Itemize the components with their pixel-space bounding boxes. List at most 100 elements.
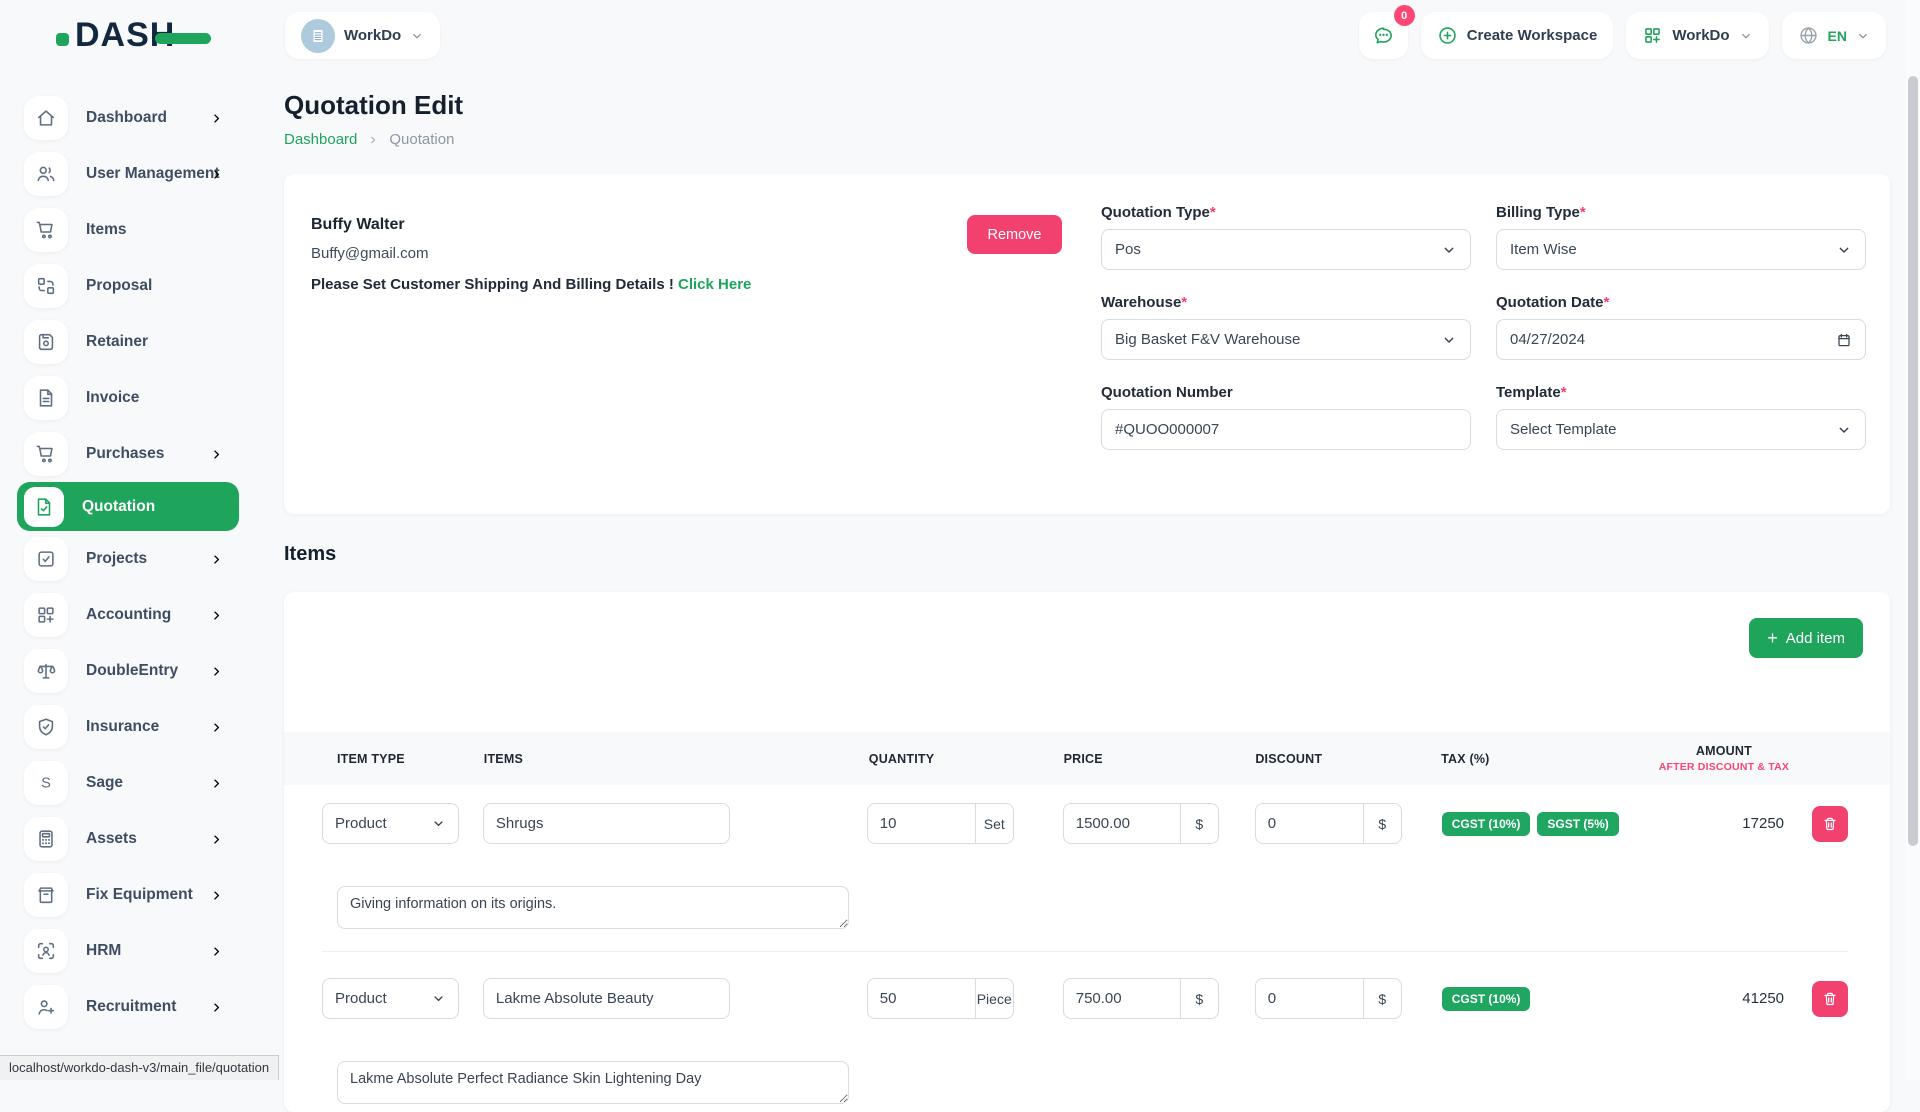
language-selector[interactable]: EN <box>1782 12 1886 59</box>
quotation-date-label: Quotation Date* <box>1496 294 1866 311</box>
sidebar-item-invoice[interactable]: Invoice <box>0 370 256 426</box>
grid-plus-icon <box>24 593 68 637</box>
sidebar-item-label: Items <box>86 221 127 239</box>
shipping-details-link[interactable]: Click Here <box>678 276 751 293</box>
sidebar-item-projects[interactable]: Projects <box>0 531 256 587</box>
sidebar-item-items[interactable]: Items <box>0 202 256 258</box>
trash-icon <box>1822 991 1838 1007</box>
breadcrumb-dashboard-link[interactable]: Dashboard <box>284 131 357 148</box>
item-description-input[interactable]: Giving information on its origins. <box>337 886 849 929</box>
quantity-input[interactable] <box>867 978 976 1019</box>
check-square-icon <box>24 537 68 581</box>
workspace-name: WorkDo <box>344 27 401 44</box>
chevron-right-icon <box>209 664 224 679</box>
sidebar-item-recruitment[interactable]: Recruitment <box>0 979 256 1035</box>
template-select[interactable]: Select Template <box>1496 409 1866 450</box>
workspace-switcher[interactable]: WorkDo <box>285 12 440 59</box>
price-currency: $ <box>1181 803 1219 844</box>
sidebar-item-label: Insurance <box>86 718 159 736</box>
price-input[interactable] <box>1063 803 1181 844</box>
sidebar-item-purchases[interactable]: Purchases <box>0 426 256 482</box>
file-text-icon <box>24 376 68 420</box>
sidebar-item-retainer[interactable]: Retainer <box>0 314 256 370</box>
field-quotation-number: Quotation Number <box>1101 384 1471 450</box>
quotation-number-input[interactable] <box>1101 409 1471 450</box>
item-name-input[interactable] <box>483 803 730 844</box>
col-items: ITEMS <box>484 752 732 766</box>
tax-badges: CGST (10%) <box>1442 987 1639 1011</box>
sidebar-item-quotation[interactable]: Quotation <box>17 482 239 531</box>
workspace-menu[interactable]: WorkDo <box>1626 12 1768 59</box>
col-tax: TAX (%) <box>1441 752 1639 766</box>
quotation-details-card: Buffy Walter Buffy@gmail.com Please Set … <box>284 174 1890 514</box>
chevron-down-icon <box>1441 242 1457 258</box>
tax-badge: CGST (10%) <box>1442 987 1531 1011</box>
sidebar-item-insurance[interactable]: Insurance <box>0 699 256 755</box>
chevron-right-icon <box>209 552 224 567</box>
field-quotation-date: Quotation Date* 04/27/2024 <box>1496 294 1866 360</box>
item-description-wrap: Lakme Absolute Perfect Radiance Skin Lig… <box>322 1061 1848 1109</box>
sidebar-item-label: User Management <box>86 165 220 183</box>
sidebar-item-hrm[interactable]: HRM <box>0 923 256 979</box>
item-description-input[interactable]: Lakme Absolute Perfect Radiance Skin Lig… <box>337 1061 849 1104</box>
sidebar-item-accounting[interactable]: Accounting <box>0 587 256 643</box>
create-workspace-button[interactable]: Create Workspace <box>1421 12 1614 59</box>
billing-type-label: Billing Type* <box>1496 204 1866 221</box>
quotation-type-select[interactable]: Pos <box>1101 229 1471 270</box>
chevron-right-icon <box>209 888 224 903</box>
cart-icon <box>24 208 68 252</box>
chevron-down-icon <box>1739 29 1753 43</box>
status-bar-url: localhost/workdo-dash-v3/main_file/quota… <box>0 1055 279 1080</box>
sidebar-item-label: Assets <box>86 830 137 848</box>
item-name-input[interactable] <box>483 978 730 1019</box>
item-type-select[interactable]: Product <box>322 978 459 1019</box>
messages-button[interactable]: 0 <box>1359 12 1408 59</box>
sidebar-item-dashboard[interactable]: Dashboard <box>0 90 256 146</box>
price-input[interactable] <box>1063 978 1181 1019</box>
chevron-down-icon <box>431 991 446 1006</box>
person-plus-icon <box>24 985 68 1029</box>
tax-badges: CGST (10%)SGST (5%) <box>1442 812 1639 836</box>
item-row: Product Set $ $ CGST (10%)SGST (5%) 1725… <box>322 803 1848 844</box>
add-item-button[interactable]: + Add item <box>1749 618 1863 658</box>
sidebar-item-proposal[interactable]: Proposal <box>0 258 256 314</box>
quotation-date-input[interactable]: 04/27/2024 <box>1496 319 1866 360</box>
sidebar-item-doubleentry[interactable]: DoubleEntry <box>0 643 256 699</box>
warehouse-select[interactable]: Big Basket F&V Warehouse <box>1101 319 1471 360</box>
chevron-right-icon <box>209 832 224 847</box>
item-group: Product Piece $ $ CGST (10%) 41250 Lakme… <box>322 952 1848 1112</box>
save-icon <box>24 320 68 364</box>
discount-unit: $ <box>1364 803 1402 844</box>
sidebar-item-label: Fix Equipment <box>86 886 193 904</box>
scale-icon <box>24 649 68 693</box>
scrollbar-thumb[interactable] <box>1908 76 1918 846</box>
delete-item-button[interactable] <box>1812 806 1848 842</box>
col-price: PRICE <box>1064 752 1220 766</box>
remove-customer-button[interactable]: Remove <box>967 215 1062 254</box>
delete-item-button[interactable] <box>1812 981 1848 1017</box>
item-type-select[interactable]: Product <box>322 803 459 844</box>
chevron-right-icon <box>209 944 224 959</box>
field-warehouse: Warehouse* Big Basket F&V Warehouse <box>1101 294 1471 360</box>
sidebar-item-fix-equipment[interactable]: Fix Equipment <box>0 867 256 923</box>
sidebar-item-label: Dashboard <box>86 109 167 127</box>
sidebar-menu: Dashboard User Management Items ProposalRet… <box>0 90 256 1035</box>
sidebar-item-label: HRM <box>86 942 121 960</box>
billing-type-select[interactable]: Item Wise <box>1496 229 1866 270</box>
row-amount: 17250 <box>1693 815 1784 832</box>
sidebar-item-sage[interactable]: SSage <box>0 755 256 811</box>
discount-input[interactable] <box>1255 978 1364 1019</box>
discount-input[interactable] <box>1255 803 1364 844</box>
sidebar-item-user-management[interactable]: User Management <box>0 146 256 202</box>
quantity-unit: Set <box>976 803 1014 844</box>
chevron-right-icon <box>209 167 224 182</box>
page-title: Quotation Edit <box>284 90 1890 121</box>
sidebar-item-assets[interactable]: Assets <box>0 811 256 867</box>
quotation-number-label: Quotation Number <box>1101 384 1471 401</box>
globe-icon <box>1798 25 1819 46</box>
quantity-input[interactable] <box>867 803 976 844</box>
chevron-right-icon <box>209 1000 224 1015</box>
quantity-unit: Piece <box>976 978 1014 1019</box>
page-scrollbar[interactable] <box>1906 0 1920 1080</box>
sidebar-item-label: DoubleEntry <box>86 662 178 680</box>
